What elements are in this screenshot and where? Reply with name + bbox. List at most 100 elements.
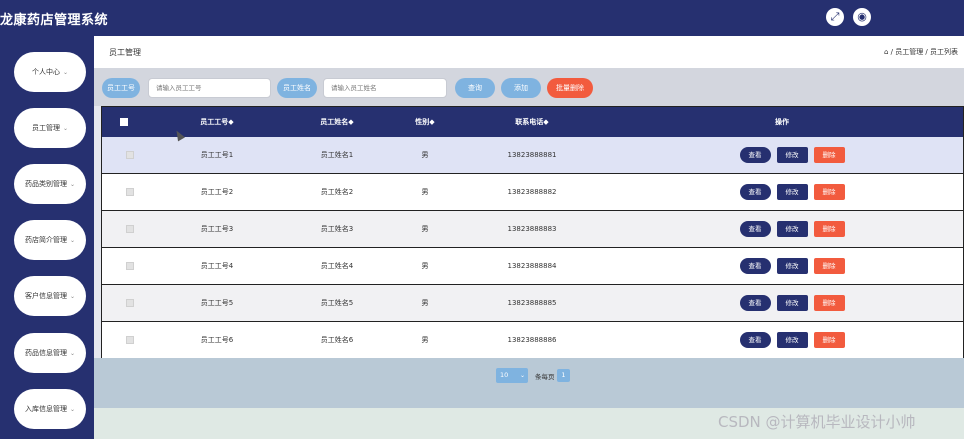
- edit-button[interactable]: 修改: [776, 332, 808, 348]
- sidebar-item-label: 客户信息管理: [24, 292, 67, 300]
- cell-staff-id: 员工工号2: [200, 188, 234, 196]
- delete-button[interactable]: 删除: [813, 221, 845, 237]
- row-select-cell: [120, 137, 140, 173]
- table-row: 员工工号5 员工姓名5 男 13823888885 查看 修改 删除: [102, 285, 963, 322]
- sidebar-item-label: 个人中心: [31, 68, 60, 76]
- sidebar-item-staff[interactable]: 员工管理 ⌄: [14, 108, 86, 148]
- staff-table: 员工工号◆ 员工姓名◆ 性别◆ 联系电话◆ 操作 员工工号1 员工姓名1 男 1382…: [101, 106, 964, 359]
- cell-actions: 查看 修改 删除: [732, 174, 852, 210]
- batch-delete-button[interactable]: 批量删除: [547, 78, 593, 98]
- row-checkbox[interactable]: [126, 262, 134, 270]
- sidebar-item-label: 员工管理: [31, 124, 60, 132]
- select-all-cell: [120, 107, 128, 137]
- page-size-value: 10: [500, 371, 509, 379]
- cell-actions: 查看 修改 删除: [732, 285, 852, 321]
- row-checkbox[interactable]: [126, 188, 134, 196]
- row-select-cell: [120, 322, 140, 358]
- sidebar-item-label: 药店简介管理: [24, 236, 67, 244]
- row-checkbox[interactable]: [126, 225, 134, 233]
- table-row: 员工工号3 员工姓名3 男 13823888883 查看 修改 删除: [102, 211, 963, 248]
- view-button[interactable]: 查看: [739, 332, 771, 348]
- cell-gender: 男: [421, 336, 429, 344]
- delete-button[interactable]: 删除: [813, 184, 845, 200]
- cell-actions: 查看 修改 删除: [732, 248, 852, 284]
- delete-button[interactable]: 删除: [813, 295, 845, 311]
- delete-button[interactable]: 删除: [813, 258, 845, 274]
- sidebar-item-drug-category[interactable]: 药品类别管理 ⌄: [14, 164, 86, 204]
- sidebar-item-stock-in[interactable]: 入库信息管理 ⌄: [14, 389, 86, 429]
- row-checkbox[interactable]: [126, 336, 134, 344]
- staff-id-input[interactable]: [148, 78, 271, 98]
- cell-staff-id: 员工工号6: [200, 336, 234, 344]
- cell-phone: 13823888885: [507, 299, 557, 307]
- staff-id-label: 员工工号: [102, 78, 140, 98]
- edit-button[interactable]: 修改: [776, 221, 808, 237]
- top-bar: 龙康药店管理系统 ⤢ ◉: [0, 0, 964, 36]
- view-button[interactable]: 查看: [739, 258, 771, 274]
- delete-button[interactable]: 删除: [813, 332, 845, 348]
- breadcrumb[interactable]: ⌂ / 员工管理 / 员工列表: [884, 47, 958, 57]
- cell-staff-id: 员工工号1: [200, 151, 234, 159]
- page-title: 员工管理: [109, 48, 141, 57]
- sidebar-item-customer[interactable]: 客户信息管理 ⌄: [14, 276, 86, 316]
- table-row: 员工工号4 员工姓名4 男 13823888884 查看 修改 删除: [102, 248, 963, 285]
- view-button[interactable]: 查看: [739, 295, 771, 311]
- cell-staff-name: 员工姓名1: [320, 151, 354, 159]
- query-button[interactable]: 查询: [455, 78, 495, 98]
- cell-staff-id: 员工工号5: [200, 299, 234, 307]
- cell-actions: 查看 修改 删除: [732, 322, 852, 358]
- cell-staff-name: 员工姓名2: [320, 188, 354, 196]
- chevron-down-icon: ⌄: [69, 180, 76, 188]
- page-size-select[interactable]: 10 ⌄: [496, 368, 528, 383]
- user-icon[interactable]: ◉: [853, 8, 871, 26]
- cell-phone: 13823888881: [507, 151, 557, 159]
- page-number-button[interactable]: 1: [557, 369, 570, 382]
- edit-button[interactable]: 修改: [776, 295, 808, 311]
- row-select-cell: [120, 211, 140, 247]
- row-select-cell: [120, 248, 140, 284]
- view-button[interactable]: 查看: [739, 184, 771, 200]
- select-all-checkbox[interactable]: [120, 118, 128, 126]
- app-title: 龙康药店管理系统: [0, 13, 109, 28]
- chevron-down-icon: ⌄: [69, 292, 76, 300]
- row-checkbox[interactable]: [126, 299, 134, 307]
- sidebar-item-label: 药品信息管理: [24, 349, 67, 357]
- header-actions: 操作: [775, 118, 789, 126]
- header-staff-name[interactable]: 员工姓名◆: [302, 107, 372, 137]
- edit-button[interactable]: 修改: [776, 258, 808, 274]
- main-content: 员工管理 ⌂ / 员工管理 / 员工列表 员工工号 员工姓名 查询 添加 批量删…: [94, 36, 964, 439]
- table-row: 员工工号2 员工姓名2 男 13823888882 查看 修改 删除: [102, 174, 963, 211]
- edit-button[interactable]: 修改: [776, 184, 808, 200]
- chevron-down-icon: ⌄: [519, 372, 525, 379]
- row-checkbox[interactable]: [126, 151, 134, 159]
- table-row: 员工工号1 员工姓名1 男 13823888881 查看 修改 删除: [102, 137, 963, 174]
- edit-button[interactable]: 修改: [776, 147, 808, 163]
- fullscreen-icon[interactable]: ⤢: [826, 8, 844, 26]
- cell-phone: 13823888883: [507, 225, 557, 233]
- cell-actions: 查看 修改 删除: [732, 137, 852, 173]
- sidebar-item-drug-info[interactable]: 药品信息管理 ⌄: [14, 333, 86, 373]
- sidebar-item-label: 药品类别管理: [24, 180, 67, 188]
- add-button[interactable]: 添加: [501, 78, 541, 98]
- cell-phone: 13823888886: [507, 336, 557, 344]
- row-select-cell: [120, 285, 140, 321]
- header-gender[interactable]: 性别◆: [407, 107, 443, 137]
- table-header: 员工工号◆ 员工姓名◆ 性别◆ 联系电话◆ 操作: [102, 107, 963, 137]
- table-row: 员工工号6 员工姓名6 男 13823888886 查看 修改 删除: [102, 322, 963, 359]
- view-button[interactable]: 查看: [739, 221, 771, 237]
- sidebar-item-store-intro[interactable]: 药店简介管理 ⌄: [14, 220, 86, 260]
- delete-button[interactable]: 删除: [813, 147, 845, 163]
- cell-staff-name: 员工姓名3: [320, 225, 354, 233]
- cell-gender: 男: [421, 225, 429, 233]
- cell-staff-name: 员工姓名6: [320, 336, 354, 344]
- chevron-down-icon: ⌄: [62, 68, 69, 76]
- search-bar: 员工工号 员工姓名 查询 添加 批量删除: [94, 68, 964, 106]
- header-staff-id[interactable]: 员工工号◆: [182, 107, 252, 137]
- view-button[interactable]: 查看: [739, 147, 771, 163]
- cell-gender: 男: [421, 188, 429, 196]
- sidebar: 个人中心 ⌄ 员工管理 ⌄ 药品类别管理 ⌄ 药店简介管理 ⌄ 客户信息管理 ⌄ 药品信息…: [0, 36, 94, 439]
- sidebar-item-personal-center[interactable]: 个人中心 ⌄: [14, 52, 86, 92]
- header-phone[interactable]: 联系电话◆: [497, 107, 567, 137]
- staff-name-input[interactable]: [323, 78, 447, 98]
- per-page-label: 条每页: [535, 373, 555, 381]
